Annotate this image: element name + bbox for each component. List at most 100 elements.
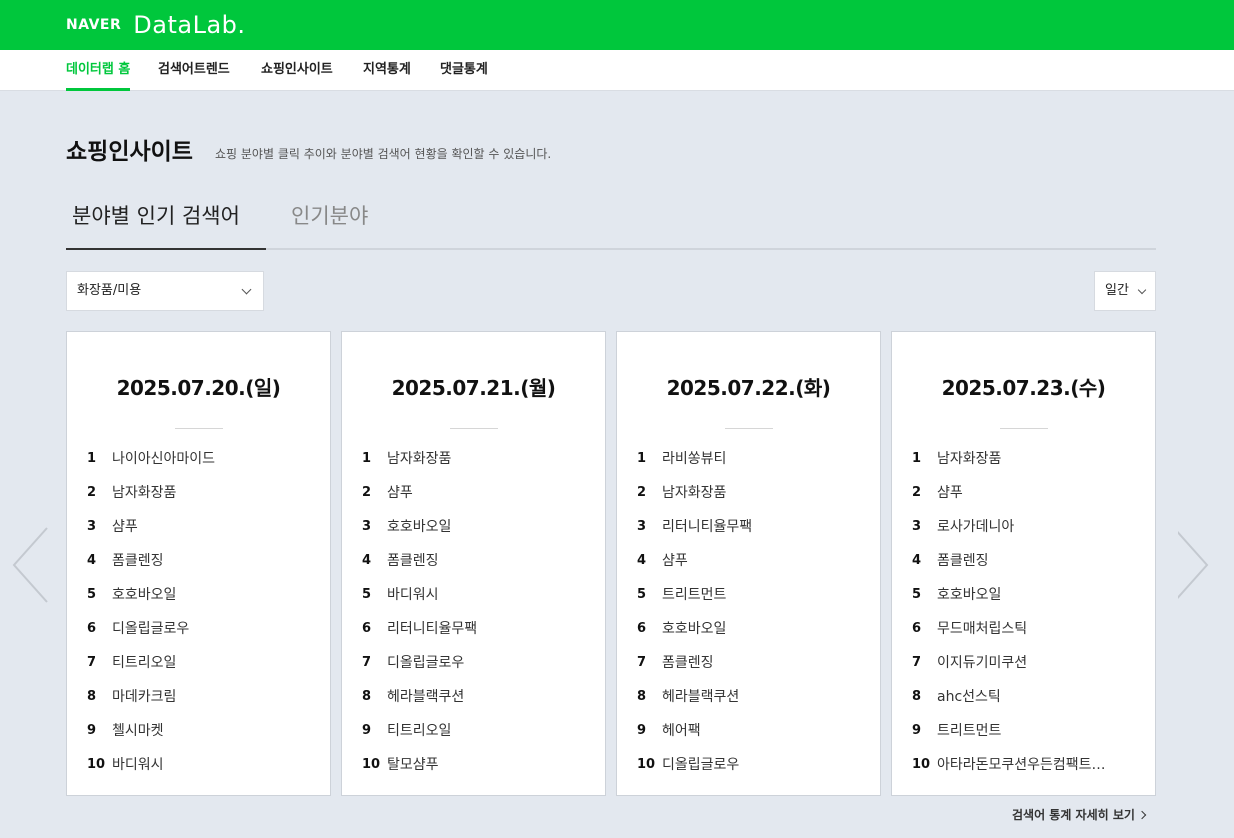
- keyword-rank-item[interactable]: 8 마데카크림: [87, 680, 317, 714]
- keyword-label: 헤어팩: [662, 723, 701, 739]
- chevron-down-icon: [1137, 285, 1147, 295]
- rank-number: 1: [362, 451, 372, 466]
- keyword-rank-item[interactable]: 4 폼클렌징: [362, 544, 592, 578]
- page-description: 쇼핑 분야별 클릭 추이와 분야별 검색어 현황을 확인할 수 있습니다.: [215, 147, 552, 161]
- keyword-rank-item[interactable]: 2 샴푸: [912, 476, 1142, 510]
- keyword-rank-item[interactable]: 4 폼클렌징: [87, 544, 317, 578]
- keyword-rank-item[interactable]: 10 탈모샴푸: [362, 748, 592, 782]
- active-tab-indicator: [66, 248, 266, 250]
- ranking-card: 2025.07.22.(화) 1 라비쏭뷰티 2 남자화장품 3 리터니티율무팩 4 샴푸 5 트…: [616, 331, 881, 796]
- keyword-rank-item[interactable]: 9 티트리오일: [362, 714, 592, 748]
- rank-number: 6: [362, 621, 372, 636]
- keyword-rank-item[interactable]: 7 디올립글로우: [362, 646, 592, 680]
- keyword-rank-item[interactable]: 1 남자화장품: [362, 442, 592, 476]
- keyword-rank-item[interactable]: 7 폼클렌징: [637, 646, 867, 680]
- keyword-label: 리터니티율무팩: [387, 621, 478, 637]
- rank-number: 1: [87, 451, 97, 466]
- rank-number: 6: [87, 621, 97, 636]
- keyword-rank-item[interactable]: 2 남자화장품: [87, 476, 317, 510]
- top-header: NAVER DataLab.: [0, 0, 1234, 50]
- nav-item-home[interactable]: 데이터랩 홈: [66, 50, 131, 91]
- keyword-rank-item[interactable]: 5 호호바오일: [912, 578, 1142, 612]
- keyword-rank-item[interactable]: 9 트리트먼트: [912, 714, 1142, 748]
- category-select-value: 화장품/미용: [77, 283, 142, 298]
- keyword-rank-item[interactable]: 7 이지듀기미쿠션: [912, 646, 1142, 680]
- keyword-label: 디올립글로우: [387, 655, 465, 671]
- keyword-rank-item[interactable]: 8 헤라블랙쿠션: [637, 680, 867, 714]
- keyword-rank-item[interactable]: 7 티트리오일: [87, 646, 317, 680]
- keyword-rank-item[interactable]: 3 리터니티율무팩: [637, 510, 867, 544]
- ranking-card: 2025.07.23.(수) 1 남자화장품 2 샴푸 3 로사가데니아 4 폼클렌징 5 호호바…: [891, 331, 1156, 796]
- keyword-rank-item[interactable]: 6 호호바오일: [637, 612, 867, 646]
- rank-number: 1: [912, 451, 922, 466]
- next-arrow-icon[interactable]: [1173, 525, 1228, 605]
- keyword-rank-item[interactable]: 1 나이아신아마이드: [87, 442, 317, 476]
- keyword-label: 티트리오일: [387, 723, 452, 739]
- nav-item-shopping-insight[interactable]: 쇼핑인사이트: [261, 50, 333, 91]
- keyword-label: 트리트먼트: [662, 587, 727, 603]
- keyword-rank-item[interactable]: 2 남자화장품: [637, 476, 867, 510]
- keyword-label: 바디워시: [112, 757, 164, 773]
- keyword-rank-item[interactable]: 4 샴푸: [637, 544, 867, 578]
- category-select[interactable]: 화장품/미용: [66, 271, 264, 311]
- keyword-rank-item[interactable]: 8 헤라블랙쿠션: [362, 680, 592, 714]
- datalab-logo[interactable]: NAVER DataLab.: [66, 9, 246, 41]
- keyword-label: 첼시마켓: [112, 723, 164, 739]
- tab-popular-keywords[interactable]: 분야별 인기 검색어: [72, 200, 240, 250]
- keyword-label: 디올립글로우: [662, 757, 740, 773]
- rank-number: 10: [362, 757, 381, 772]
- rank-number: 3: [637, 519, 647, 534]
- card-date: 2025.07.20.(일): [116, 376, 281, 400]
- keyword-rank-item[interactable]: 10 디올립글로우: [637, 748, 867, 782]
- rank-number: 7: [87, 655, 97, 670]
- keyword-rank-item[interactable]: 5 트리트먼트: [637, 578, 867, 612]
- keyword-label: 리터니티율무팩: [662, 519, 753, 535]
- keyword-rank-item[interactable]: 3 샴푸: [87, 510, 317, 544]
- rank-number: 1: [637, 451, 647, 466]
- card-date: 2025.07.21.(월): [391, 376, 556, 400]
- more-stats-label: 검색어 통계 자세히 보기: [1012, 808, 1135, 822]
- keyword-rank-item[interactable]: 1 라비쏭뷰티: [637, 442, 867, 476]
- keyword-rank-item[interactable]: 5 바디워시: [362, 578, 592, 612]
- nav-item-search-trend[interactable]: 검색어트렌드: [158, 50, 230, 91]
- nav-item-comment-stats[interactable]: 댓글통계: [440, 50, 488, 91]
- keyword-rank-item[interactable]: 10 바디워시: [87, 748, 317, 782]
- keyword-label: 호호바오일: [112, 587, 177, 603]
- keyword-rank-item[interactable]: 3 로사가데니아: [912, 510, 1142, 544]
- keyword-rank-item[interactable]: 10 아타라돈모쿠션우든컴팩트…: [912, 748, 1142, 782]
- ranking-list: 1 라비쏭뷰티 2 남자화장품 3 리터니티율무팩 4 샴푸 5 트리트먼트 6 호호바오일 7 폼클렌징…: [637, 442, 867, 782]
- keyword-label: 폼클렌징: [937, 553, 989, 569]
- keyword-rank-item[interactable]: 2 샴푸: [362, 476, 592, 510]
- keyword-rank-item[interactable]: 6 리터니티율무팩: [362, 612, 592, 646]
- keyword-rank-item[interactable]: 4 폼클렌징: [912, 544, 1142, 578]
- period-select[interactable]: 일간: [1094, 271, 1156, 311]
- keyword-rank-item[interactable]: 9 헤어팩: [637, 714, 867, 748]
- tab-popular-categories[interactable]: 인기분야: [291, 200, 368, 250]
- prev-arrow-icon[interactable]: [6, 525, 56, 605]
- keyword-rank-item[interactable]: 8 ahc선스틱: [912, 680, 1142, 714]
- more-stats-link[interactable]: 검색어 통계 자세히 보기: [1012, 806, 1147, 823]
- keyword-label: 샴푸: [112, 519, 138, 535]
- naver-logo-text: NAVER: [66, 17, 122, 33]
- rank-number: 7: [362, 655, 372, 670]
- keyword-label: 이지듀기미쿠션: [937, 655, 1028, 671]
- keyword-rank-item[interactable]: 3 호호바오일: [362, 510, 592, 544]
- keyword-label: 마데카크림: [112, 689, 177, 705]
- rank-number: 8: [637, 689, 647, 704]
- rank-number: 2: [912, 485, 922, 500]
- rank-number: 9: [637, 723, 647, 738]
- keyword-label: 샴푸: [387, 485, 413, 501]
- nav-item-regional-stats[interactable]: 지역통계: [363, 50, 411, 91]
- keyword-rank-item[interactable]: 5 호호바오일: [87, 578, 317, 612]
- keyword-rank-item[interactable]: 6 디올립글로우: [87, 612, 317, 646]
- keyword-rank-item[interactable]: 6 무드매처립스틱: [912, 612, 1142, 646]
- rank-number: 6: [912, 621, 922, 636]
- keyword-rank-item[interactable]: 9 첼시마켓: [87, 714, 317, 748]
- rank-number: 3: [362, 519, 372, 534]
- keyword-rank-item[interactable]: 1 남자화장품: [912, 442, 1142, 476]
- keyword-label: 바디워시: [387, 587, 439, 603]
- rank-number: 4: [87, 553, 97, 568]
- keyword-label: 헤라블랙쿠션: [387, 689, 465, 705]
- ranking-card: 2025.07.21.(월) 1 남자화장품 2 샴푸 3 호호바오일 4 폼클렌징 5 바디워시…: [341, 331, 606, 796]
- rank-number: 7: [912, 655, 922, 670]
